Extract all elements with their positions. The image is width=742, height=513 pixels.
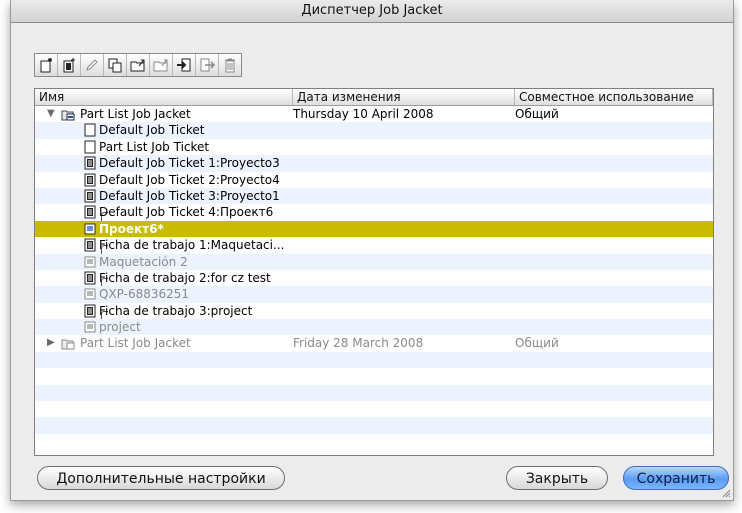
open-outline-button[interactable]: [150, 54, 173, 76]
row-name: Default Job Ticket 3:Proyecto1: [99, 188, 280, 203]
empty-row: [35, 351, 713, 369]
job-ticket-icon: [84, 189, 96, 203]
job-ticket-icon: [84, 156, 96, 170]
toolbar: [34, 53, 242, 77]
open-button[interactable]: [127, 54, 150, 76]
empty-row: [35, 401, 713, 417]
job-ticket-icon: [84, 304, 96, 318]
advanced-settings-button[interactable]: Дополнительные настройки: [37, 466, 285, 490]
column-name-header[interactable]: Имя: [35, 89, 293, 105]
table-row[interactable]: QXP-68836251: [35, 286, 713, 303]
table-row[interactable]: Part List Job Ticket: [35, 139, 713, 155]
table-row[interactable]: Default Job Ticket 2:Proyecto4: [35, 172, 713, 188]
table-row[interactable]: Default Job Ticket 1:Proyecto3: [35, 155, 713, 172]
close-button[interactable]: Закрыть: [506, 466, 608, 490]
table-row[interactable]: project: [35, 319, 713, 336]
empty-row: [35, 384, 713, 402]
blank-ticket-icon: [84, 123, 96, 137]
table-row[interactable]: Ficha de trabajo 3:project: [35, 303, 713, 327]
empty-row: [35, 417, 713, 434]
disclosure-open-icon[interactable]: ▼: [47, 106, 55, 122]
trash-icon: [225, 58, 235, 73]
row-name: Default Job Ticket 4:Проект6: [99, 205, 274, 220]
row-date: Friday 28 March 2008: [293, 336, 424, 351]
row-name: Default Job Ticket 2:Proyecto4: [99, 172, 280, 187]
row-name: Part List Job Jacket: [80, 336, 191, 351]
row-name: Default Job Ticket: [99, 123, 205, 138]
job-jacket-manager-window: Диспетчер Job Jacket Имя Дата изменения …: [10, 0, 734, 501]
duplicate-button[interactable]: [104, 54, 127, 76]
edit-pencil-icon: [86, 59, 98, 71]
job-jacket-icon: [61, 339, 75, 350]
table-row-selected[interactable]: Проект6*: [35, 220, 713, 238]
toolbar-group-create: [34, 53, 242, 77]
column-date-header[interactable]: Дата изменения: [293, 89, 515, 105]
delete-button[interactable]: [219, 54, 241, 76]
job-ticket-icon: [84, 238, 96, 252]
empty-row: [35, 368, 713, 384]
row-date: Thursday 10 April 2008: [293, 107, 434, 121]
import-button[interactable]: [173, 54, 196, 76]
new-job-ticket-button[interactable]: [58, 54, 81, 76]
open-folder-icon: [130, 59, 145, 72]
new-job-jacket-icon: [40, 58, 52, 73]
disclosure-closed-icon[interactable]: ▶: [47, 335, 55, 351]
open-folder-outline-icon: [153, 59, 168, 72]
job-ticket-icon: [84, 205, 96, 219]
row-name: project: [99, 320, 141, 335]
empty-row: [35, 434, 713, 450]
edit-button[interactable]: [81, 54, 104, 76]
duplicate-icon: [108, 58, 122, 73]
resize-grip-icon[interactable]: [721, 488, 731, 498]
table-row[interactable]: Default Job Ticket: [35, 122, 713, 139]
project-icon: [84, 256, 96, 268]
export-icon: [200, 58, 215, 72]
row-name: Default Job Ticket 1:Proyecto3: [99, 156, 280, 171]
column-share-header[interactable]: Совместное использование: [515, 89, 713, 105]
table-row[interactable]: Default Job Ticket 4:Проект6: [35, 204, 713, 229]
blank-ticket-icon: [84, 140, 96, 154]
new-job-ticket-icon: [63, 58, 75, 73]
row-name: Part List Job Jacket: [80, 107, 191, 121]
table-row[interactable]: Maquetación 2: [35, 253, 713, 270]
row-share: Общий: [515, 107, 559, 121]
row-name: Проект6*: [99, 221, 164, 236]
table-row[interactable]: Ficha de trabajo 1:Maquetaci...: [35, 237, 713, 262]
window-title: Диспетчер Job Jacket: [11, 0, 733, 23]
job-ticket-icon: [84, 271, 96, 285]
import-icon: [177, 58, 191, 72]
list-header: Имя Дата изменения Совместное использова…: [35, 89, 713, 106]
row-name: QXP-68836251: [99, 287, 190, 302]
project-icon: [84, 321, 96, 333]
project-icon: [84, 288, 96, 300]
export-button[interactable]: [196, 54, 219, 76]
project-icon: [84, 223, 96, 235]
new-job-jacket-button[interactable]: [35, 54, 58, 76]
row-share: Общий: [515, 336, 559, 351]
job-jacket-list[interactable]: Имя Дата изменения Совместное использова…: [34, 88, 714, 456]
table-row[interactable]: ▶ Part List Job Jacket Friday 28 March 2…: [35, 335, 713, 351]
table-row[interactable]: ▼ Part List Job Jacket Thursday 10 April…: [35, 106, 713, 122]
save-button[interactable]: Сохранить: [623, 466, 729, 490]
row-name: Ficha de trabajo 3:project: [99, 303, 253, 318]
list-rows: ▼ Part List Job Jacket Thursday 10 April…: [35, 106, 713, 450]
job-ticket-icon: [84, 173, 96, 187]
row-name: Ficha de trabajo 2:for cz test: [99, 270, 271, 285]
table-row[interactable]: Ficha de trabajo 2:for cz test: [35, 270, 713, 294]
row-name: Part List Job Ticket: [99, 139, 210, 154]
job-jacket-icon: [61, 110, 75, 121]
table-row[interactable]: Default Job Ticket 3:Proyecto1: [35, 187, 713, 205]
row-name: Maquetación 2: [99, 254, 188, 269]
row-name: Ficha de trabajo 1:Maquetaci...: [99, 238, 285, 253]
